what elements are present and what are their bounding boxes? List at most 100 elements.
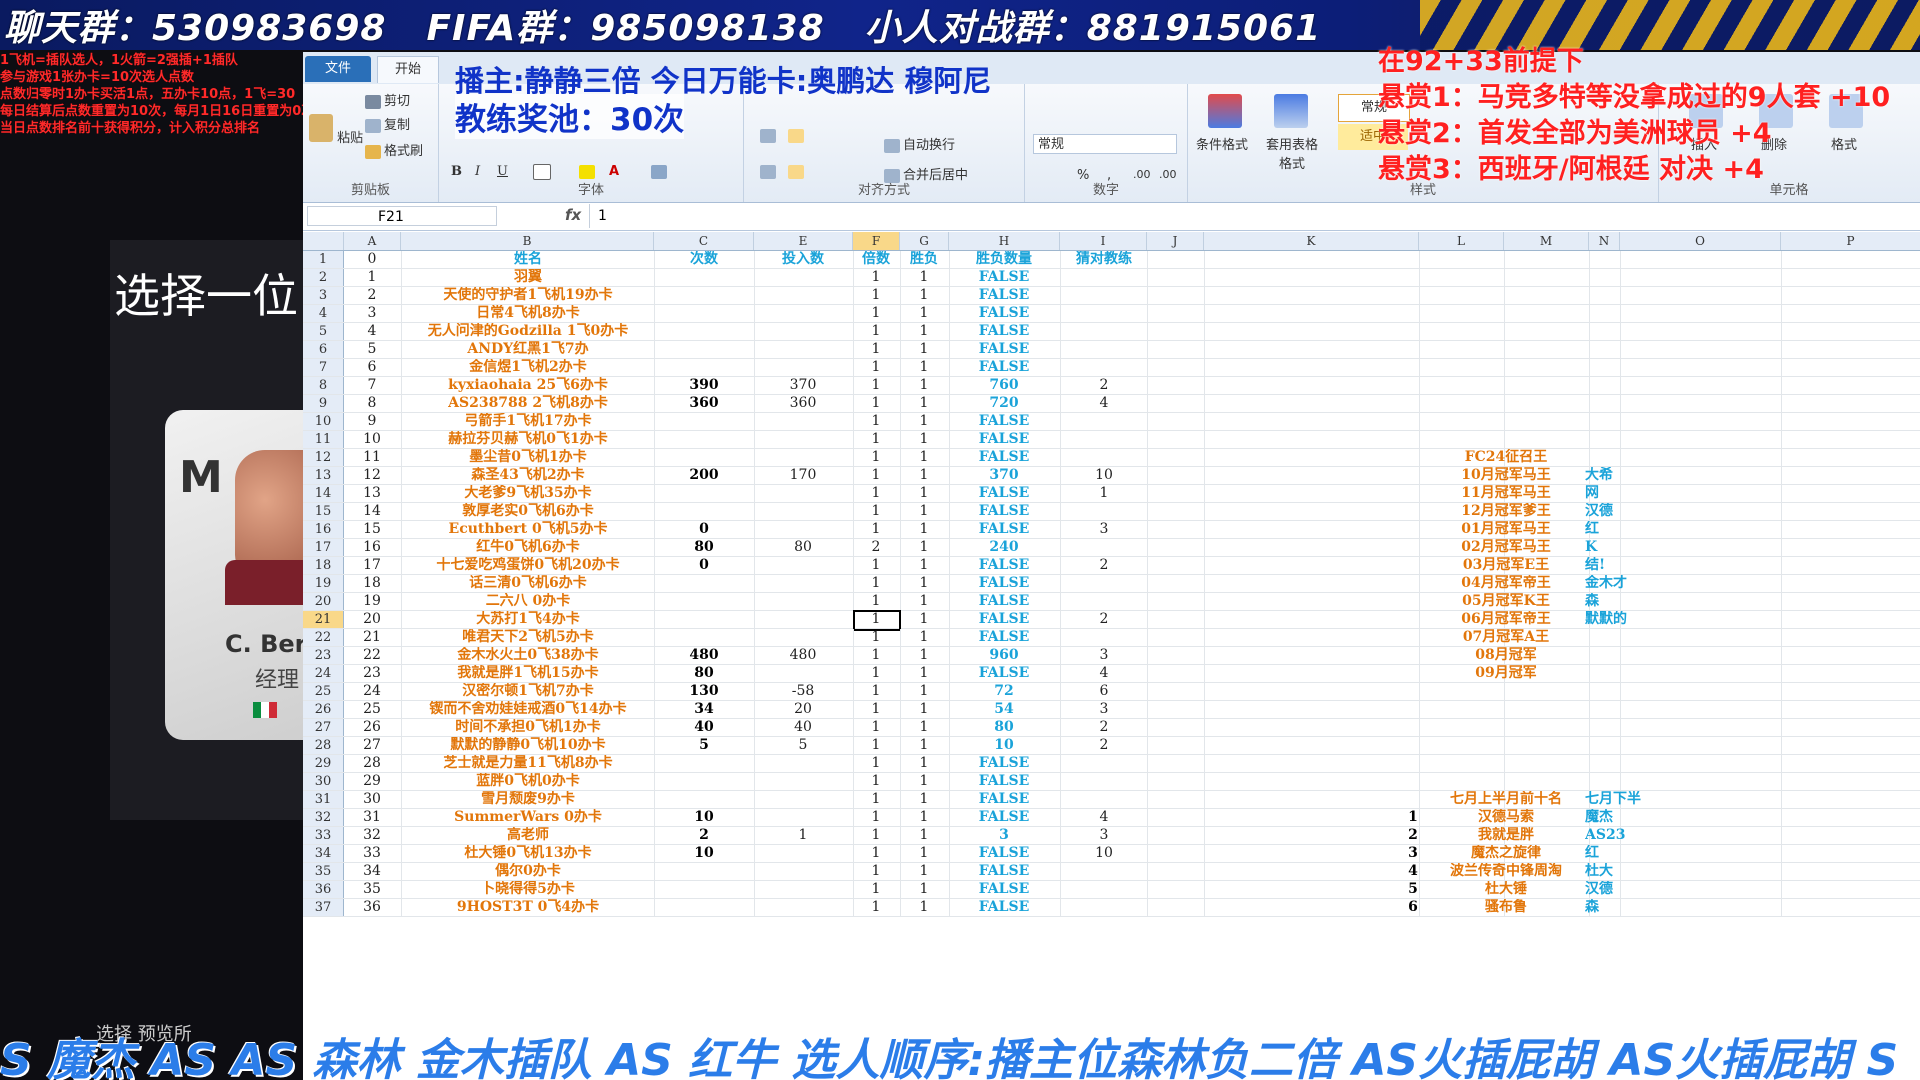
- cell-f[interactable]: 1: [853, 629, 899, 646]
- cell-o[interactable]: 10月冠军马王: [1431, 467, 1581, 484]
- cell-g[interactable]: 1: [901, 593, 947, 610]
- cell-o[interactable]: [1431, 683, 1581, 700]
- cell-b[interactable]: 杜大锤0飞机13办卡: [403, 845, 653, 862]
- cell-h[interactable]: 80: [949, 719, 1059, 736]
- fx-icon[interactable]: fx: [565, 206, 581, 224]
- column-header[interactable]: B: [401, 232, 654, 250]
- cell-h[interactable]: FALSE: [949, 557, 1059, 574]
- cell-o[interactable]: [1431, 377, 1581, 394]
- cell-b[interactable]: 日常4飞机8办卡: [403, 305, 653, 322]
- cell-o[interactable]: 06月冠军帝王: [1431, 611, 1581, 628]
- cell-g[interactable]: 1: [901, 521, 947, 538]
- cell-a[interactable]: 7: [344, 377, 400, 394]
- cell-b[interactable]: 二六八 0办卡: [403, 593, 653, 610]
- cell-f[interactable]: 1: [853, 881, 899, 898]
- cell-h[interactable]: FALSE: [949, 413, 1059, 430]
- cell-o[interactable]: [1431, 431, 1581, 448]
- paste-button[interactable]: 粘贴: [309, 114, 363, 146]
- cell-c[interactable]: [655, 269, 753, 286]
- cell-o[interactable]: 05月冠军K王: [1431, 593, 1581, 610]
- cell-g[interactable]: 1: [901, 575, 947, 592]
- cell-o[interactable]: [1431, 701, 1581, 718]
- cell-o[interactable]: 杜大锤: [1431, 881, 1581, 898]
- cell-e[interactable]: [755, 665, 851, 682]
- cell-b[interactable]: 森圣43飞机2办卡: [403, 467, 653, 484]
- cell-a[interactable]: 16: [344, 539, 400, 556]
- cell-e[interactable]: [755, 593, 851, 610]
- cell-o[interactable]: [1431, 323, 1581, 340]
- cell-b[interactable]: 无人问津的Godzilla 1飞0办卡: [403, 323, 653, 340]
- cell-n[interactable]: [1398, 341, 1428, 358]
- cell-e[interactable]: 1: [755, 827, 851, 844]
- cell-n[interactable]: [1398, 647, 1428, 664]
- phonetic-button[interactable]: [651, 164, 670, 179]
- cell-b[interactable]: 卜晓得得5办卡: [403, 881, 653, 898]
- cell-g[interactable]: 1: [901, 413, 947, 430]
- cell-n[interactable]: [1398, 557, 1428, 574]
- cell-g[interactable]: 1: [901, 773, 947, 790]
- cell-i[interactable]: 2: [1061, 557, 1147, 574]
- cell-n[interactable]: [1398, 395, 1428, 412]
- cell-h[interactable]: FALSE: [949, 503, 1059, 520]
- cell-n[interactable]: 6: [1398, 899, 1428, 916]
- cell-i[interactable]: [1061, 755, 1147, 772]
- cell-p[interactable]: [1585, 269, 1725, 286]
- cell-i[interactable]: 2: [1061, 377, 1147, 394]
- cell-p[interactable]: 森: [1585, 899, 1725, 916]
- copy-button[interactable]: 复制: [365, 114, 410, 133]
- cell-f[interactable]: 1: [853, 323, 899, 340]
- cell-n[interactable]: [1398, 539, 1428, 556]
- cell-o[interactable]: [1431, 341, 1581, 358]
- row-header[interactable]: 13: [303, 467, 344, 484]
- column-header[interactable]: O: [1620, 232, 1781, 250]
- row-header[interactable]: 36: [303, 881, 344, 898]
- number-format-select[interactable]: 常规: [1033, 134, 1177, 154]
- cell-f[interactable]: 1: [853, 557, 899, 574]
- row-header[interactable]: 33: [303, 827, 344, 844]
- cell-c[interactable]: 200: [655, 467, 753, 484]
- cell-a[interactable]: 30: [344, 791, 400, 808]
- cell-h[interactable]: 720: [949, 395, 1059, 412]
- row-header[interactable]: 23: [303, 647, 344, 664]
- cell-b[interactable]: 偶尔0办卡: [403, 863, 653, 880]
- cell-i[interactable]: [1061, 539, 1147, 556]
- cell-n[interactable]: [1398, 305, 1428, 322]
- cell-p[interactable]: 结!: [1585, 557, 1725, 574]
- row-header[interactable]: 2: [303, 269, 344, 286]
- cell-c[interactable]: [655, 629, 753, 646]
- cell-g[interactable]: 1: [901, 845, 947, 862]
- cell-b[interactable]: Ecuthbert 0飞机5办卡: [403, 521, 653, 538]
- cell-c[interactable]: [655, 503, 753, 520]
- cell-a[interactable]: 22: [344, 647, 400, 664]
- cell-i[interactable]: 2: [1061, 737, 1147, 754]
- cell-b[interactable]: 话三清0飞机6办卡: [403, 575, 653, 592]
- cell-p[interactable]: [1585, 341, 1725, 358]
- cell-e[interactable]: [755, 773, 851, 790]
- row-header[interactable]: 25: [303, 683, 344, 700]
- cell-h[interactable]: FALSE: [949, 269, 1059, 286]
- cell-a[interactable]: 14: [344, 503, 400, 520]
- cell-f[interactable]: 1: [853, 431, 899, 448]
- row-header[interactable]: 15: [303, 503, 344, 520]
- cell-h[interactable]: FALSE: [949, 323, 1059, 340]
- cell-n[interactable]: [1398, 719, 1428, 736]
- cell-c[interactable]: [655, 305, 753, 322]
- cell-f[interactable]: 1: [853, 791, 899, 808]
- cell-i[interactable]: [1061, 593, 1147, 610]
- cell-c[interactable]: [655, 431, 753, 448]
- cell-c[interactable]: [655, 773, 753, 790]
- cell-g[interactable]: 1: [901, 863, 947, 880]
- cell-a[interactable]: 26: [344, 719, 400, 736]
- format-painter-button[interactable]: 格式刷: [365, 140, 423, 159]
- cell-n[interactable]: [1398, 413, 1428, 430]
- row-header[interactable]: 6: [303, 341, 344, 358]
- cell-g[interactable]: 1: [901, 395, 947, 412]
- cell-a[interactable]: 19: [344, 593, 400, 610]
- cell-b[interactable]: 墨尘昔0飞机1办卡: [403, 449, 653, 466]
- cell-g[interactable]: 1: [901, 305, 947, 322]
- cell-a[interactable]: 12: [344, 467, 400, 484]
- cell-a[interactable]: 33: [344, 845, 400, 862]
- column-header[interactable]: F: [853, 232, 900, 250]
- cell-h[interactable]: FALSE: [949, 791, 1059, 808]
- cell-a[interactable]: 0: [344, 251, 400, 268]
